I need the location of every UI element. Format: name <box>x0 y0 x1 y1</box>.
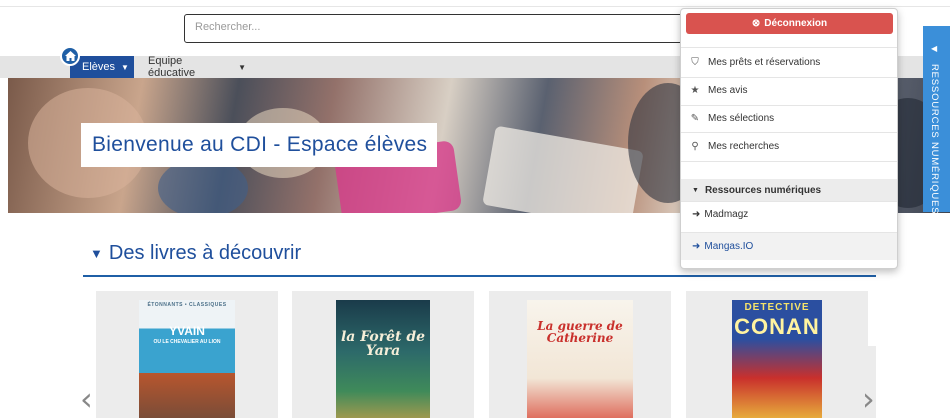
pin-icon: ✎ <box>690 112 700 124</box>
menu-item-prets[interactable]: ⛉ Mes prêts et réservations <box>690 51 820 73</box>
side-tab-ressources[interactable]: ◀ RESSOURCES NUMÉRIQUES <box>923 26 950 215</box>
tags-icon: ⛉ <box>691 56 699 68</box>
side-tab-label: RESSOURCES NUMÉRIQUES <box>929 64 940 215</box>
menu-item-selections[interactable]: ✎ Mes sélections <box>690 107 774 129</box>
book-cover[interactable]: La guerre de Catherine <box>527 300 633 418</box>
arrow-circle-icon: ➜ <box>692 240 701 252</box>
top-divider <box>0 6 950 7</box>
book-card[interactable]: ÉTONNANTS • CLASSIQUES YVAIN OU LE CHEVA… <box>96 291 278 418</box>
menu-item-avis[interactable]: ★ Mes avis <box>690 79 748 101</box>
book-title: la Forêt de Yara <box>340 329 426 359</box>
star-icon: ★ <box>690 84 700 96</box>
book-title: La guerre de Catherine <box>537 319 623 345</box>
book-cover[interactable]: DETECTIVE CONAN <box>732 300 822 418</box>
home-icon[interactable] <box>60 46 80 66</box>
book-cover[interactable]: ÉTONNANTS • CLASSIQUES YVAIN OU LE CHEVA… <box>139 300 235 418</box>
chevron-down-icon: ▼ <box>121 62 129 72</box>
book-card[interactable]: La guerre de Catherine <box>489 291 671 418</box>
section-heading-label: Des livres à découvrir <box>108 242 302 264</box>
menu-item-label: Mes sélections <box>708 112 775 124</box>
menu-item-label: Mes avis <box>708 84 748 96</box>
tab-equipe-educative[interactable]: Equipe éducative ▼ <box>138 55 256 79</box>
tab-eleves-label: Elèves <box>82 61 116 73</box>
book-series: DETECTIVE <box>744 302 810 313</box>
search-icon: ⚲ <box>691 140 699 152</box>
power-icon: ⊗ <box>751 18 761 29</box>
welcome-title: Bienvenue au CDI - Espace élèves <box>81 123 437 167</box>
search-input[interactable]: Rechercher... <box>184 14 704 43</box>
book-subtitle: OU LE CHEVALIER AU LION <box>153 339 221 345</box>
menu-group-ressources[interactable]: ▼ Ressources numériques <box>681 179 897 201</box>
section-heading[interactable]: ▼ Des livres à découvrir <box>90 242 301 265</box>
book-cover[interactable]: la Forêt de Yara <box>336 300 430 418</box>
tab-eleves[interactable]: Elèves ▼ <box>70 56 134 78</box>
logout-button[interactable]: ⊗ Déconnexion <box>686 13 893 34</box>
caret-left-icon: ◀ <box>931 44 938 53</box>
menu-group-label: Ressources numériques <box>704 184 822 196</box>
book-card[interactable]: DETECTIVE CONAN <box>686 291 868 418</box>
book-title: CONAN <box>734 314 820 339</box>
menu-item-recherches[interactable]: ⚲ Mes recherches <box>690 135 779 157</box>
menu-item-label: Mes prêts et réservations <box>708 56 821 68</box>
resource-label: Mangas.IO <box>704 240 754 252</box>
arrow-circle-icon: ➜ <box>692 208 701 220</box>
section-divider <box>83 275 876 277</box>
book-card[interactable]: la Forêt de Yara <box>292 291 474 418</box>
carousel-next-icon[interactable]: › <box>862 380 875 418</box>
tab-equipe-label: Equipe éducative <box>148 55 196 79</box>
page: Rechercher... Elèves ▼ Equipe éducative … <box>0 0 950 418</box>
caret-down-icon: ▼ <box>90 246 103 261</box>
resource-label: Madmagz <box>704 208 749 220</box>
resource-madmagz[interactable]: ➜ Madmagz <box>692 203 748 225</box>
carousel-prev-icon[interactable]: ‹ <box>80 380 93 418</box>
book-series: ÉTONNANTS • CLASSIQUES <box>147 302 227 308</box>
user-menu-dropdown: ⊗ Déconnexion ⛉ Mes prêts et réservation… <box>680 8 898 269</box>
caret-down-icon: ▼ <box>692 186 699 194</box>
logout-label: Déconnexion <box>764 18 828 29</box>
chevron-down-icon: ▼ <box>238 62 246 72</box>
resource-mangas-io[interactable]: ➜ Mangas.IO <box>692 235 753 257</box>
menu-item-label: Mes recherches <box>708 140 780 152</box>
book-title: YVAIN <box>169 324 205 338</box>
